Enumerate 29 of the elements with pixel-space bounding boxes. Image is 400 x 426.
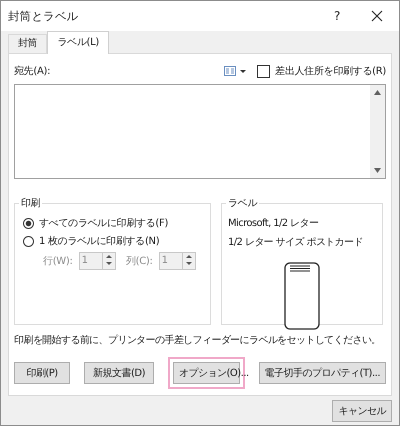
tab[interactable]: ラベル(L): [47, 31, 109, 54]
radio-button[interactable]: [23, 218, 34, 228]
group-title: ラベル: [226, 196, 260, 210]
dialog-button[interactable]: 印刷(P): [14, 362, 70, 384]
scroll-up-icon[interactable]: [374, 90, 381, 95]
help-button[interactable]: ?: [317, 9, 357, 23]
checkbox[interactable]: [257, 64, 270, 78]
dialog-button[interactable]: 電子切手のプロパティ(T)...: [258, 362, 386, 384]
checkbox-label: 差出人住所を印刷する(R): [275, 64, 386, 78]
address-label: 宛先(A):: [14, 64, 50, 78]
scroll-down-icon[interactable]: [374, 168, 381, 173]
window-title: 封筒とラベル: [8, 8, 80, 24]
address-field[interactable]: [14, 84, 386, 179]
close-icon[interactable]: [371, 10, 383, 22]
tab[interactable]: 封筒: [8, 34, 48, 53]
spinner-label: 行(W):: [43, 255, 73, 268]
radio-label: すべてのラベルに印刷する(F): [39, 216, 168, 230]
radio-label: 1 枚のラベルに印刷する(N): [39, 234, 160, 248]
dialog-button[interactable]: 新規文書(D): [84, 362, 154, 384]
cancel-button[interactable]: キャンセル: [332, 400, 392, 422]
address-book-icon[interactable]: [224, 66, 248, 76]
instruction-text: 印刷を開始する前に、プリンターの手差しフィーダーにラベルをセットしてください。: [14, 334, 381, 347]
scrollbar[interactable]: [370, 85, 385, 178]
radio-button[interactable]: [23, 236, 34, 246]
label-description: Microsoft, 1/2 レター: [228, 217, 320, 231]
group-title: 印刷: [19, 196, 42, 210]
label-description: 1/2 レター サイズ ポストカード: [228, 236, 364, 250]
spinner-label: 列(C):: [126, 255, 153, 268]
label-preview-icon: [284, 262, 320, 330]
